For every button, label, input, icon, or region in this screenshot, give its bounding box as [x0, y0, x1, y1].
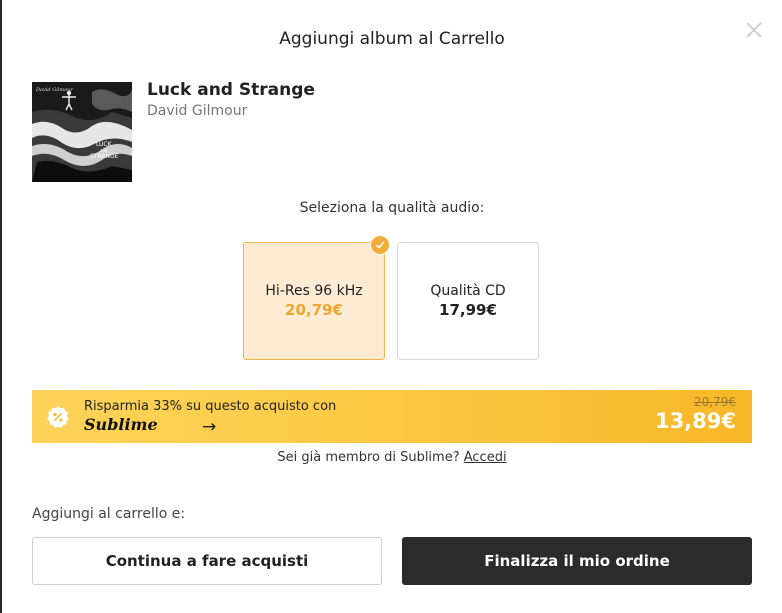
member-line: Sei già membro di Sublime? Accedi	[2, 450, 782, 465]
login-link[interactable]: Accedi	[464, 450, 507, 465]
quality-option-hires[interactable]: Hi-Res 96 kHz 20,79€	[243, 235, 390, 360]
percent-badge-icon	[46, 405, 70, 429]
cover-artist-text: David Gilmour	[35, 87, 73, 93]
cover-strange-text: STRANGE	[90, 153, 119, 160]
quality-option-name: Hi-Res 96 kHz	[265, 283, 363, 299]
arrow-right-icon: →	[202, 417, 217, 437]
quality-option-price: 17,99€	[439, 301, 497, 319]
modal-title: Aggiungi album al Carrello	[279, 29, 505, 49]
album-title: Luck and Strange	[147, 80, 315, 100]
sublime-logo-text: Sublime	[84, 415, 158, 434]
add-to-cart-modal: Aggiungi album al Carrello David Gilmour…	[2, 0, 782, 613]
quality-option-price: 20,79€	[285, 301, 343, 319]
continue-shopping-button[interactable]: Continua a fare acquisti	[32, 537, 382, 585]
promo-new-price: 13,89€	[654, 409, 736, 433]
quality-prompt: Seleziona la qualità audio:	[299, 200, 485, 216]
check-icon	[370, 235, 390, 255]
album-cover: David Gilmour LUCK and STRANGE	[32, 82, 132, 182]
close-icon[interactable]	[744, 20, 764, 40]
add-to-cart-label: Aggiungi al carrello e:	[32, 506, 186, 522]
quality-option-cd[interactable]: Qualità CD 17,99€	[397, 242, 539, 360]
cover-luck-text: LUCK	[96, 141, 113, 148]
member-question: Sei già membro di Sublime?	[277, 450, 460, 465]
sublime-promo-banner[interactable]: Risparmia 33% su questo acquisto con Sub…	[32, 390, 752, 443]
album-artist: David Gilmour	[147, 103, 248, 119]
checkout-button[interactable]: Finalizza il mio ordine	[402, 537, 752, 585]
quality-option-name: Qualità CD	[430, 283, 506, 299]
promo-old-price: 20,79€	[694, 395, 736, 409]
promo-text: Risparmia 33% su questo acquisto con	[84, 399, 337, 414]
